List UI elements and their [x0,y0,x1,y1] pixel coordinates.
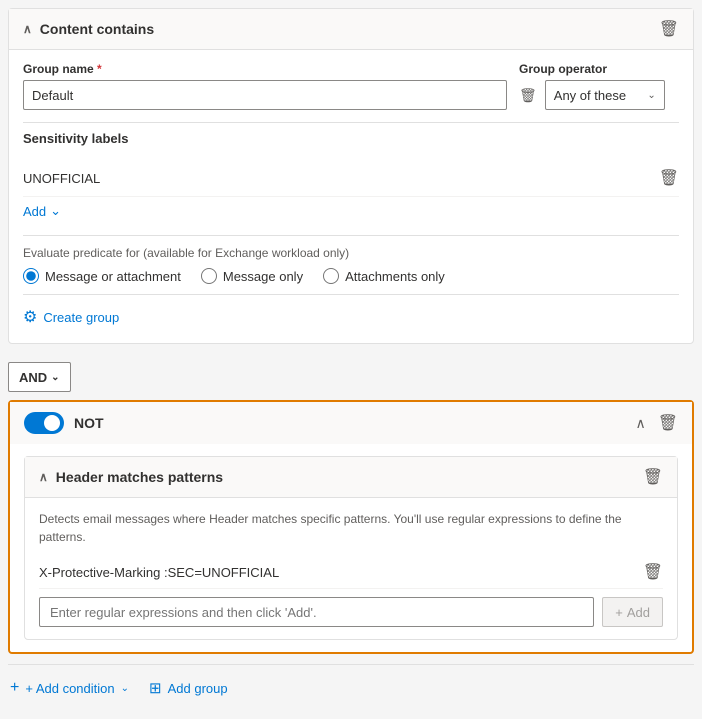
header-matches-patterns-header: ∧ Header matches patterns 🗑 [25,457,677,498]
add-sensitivity-label-button[interactable]: Add ⌄ [23,197,61,225]
pattern-row: X-Protective-Marking :SEC=UNOFFICIAL 🗑 [39,556,663,589]
add-group-button[interactable]: ⊞ Add group [149,675,228,701]
regex-add-plus-icon: + [615,605,623,620]
radio-message-only[interactable]: Message only [201,268,303,284]
unofficial-label: UNOFFICIAL [23,171,100,186]
not-header-right: ∧ 🗑 [635,413,678,433]
add-label-text: Add [23,204,46,219]
divider-1 [23,122,679,123]
add-condition-button[interactable]: + + Add condition ⌄ [10,675,129,701]
group-operator-label: Group operator [519,62,679,76]
add-condition-label: + Add condition [25,681,114,696]
group-operator-chevron-icon: ⌄ [647,90,655,101]
regex-add-button[interactable]: + Add [602,597,663,627]
radio-message-attachment[interactable]: Message or attachment [23,268,181,284]
divider-2 [23,294,679,295]
group-operator-group: Group operator 🗑 Any of these ⌄ [519,62,679,110]
group-name-label: Group name * [23,62,507,76]
not-label: NOT [74,415,104,431]
pattern-text: X-Protective-Marking :SEC=UNOFFICIAL [39,565,279,580]
header-matches-body: Detects email messages where Header matc… [25,498,677,639]
add-condition-chevron-icon: ⌄ [121,683,129,694]
not-toggle[interactable] [24,412,64,434]
regex-input-row: + Add [39,597,663,627]
add-group-label: Add group [168,681,228,696]
radio-attachments-only-label: Attachments only [345,269,445,284]
add-condition-plus-icon: + [10,679,19,697]
pattern-delete-icon[interactable]: 🗑 [643,562,663,582]
create-group-label: Create group [43,310,119,325]
content-contains-title-group: ∧ Content contains [23,21,154,37]
content-contains-card: ∧ Content contains 🗑 Group name * Group … [8,8,694,344]
content-contains-delete-icon[interactable]: 🗑 [659,19,679,39]
group-operator-delete-icon[interactable]: 🗑 [519,87,537,104]
header-matches-title: Header matches patterns [56,469,223,485]
create-group-button[interactable]: ⚙ Create group [23,303,119,331]
evaluate-predicate-label: Evaluate predicate for (available for Ex… [23,246,679,260]
sensitivity-labels-section-label: Sensitivity labels [23,131,679,152]
required-star: * [97,62,102,76]
group-name-group: Group name * [23,62,507,110]
collapse-icon[interactable]: ∧ [23,22,32,36]
regex-input[interactable] [39,597,594,627]
radio-attachments-only-input[interactable] [323,268,339,284]
radio-group: Message or attachment Message only Attac… [23,268,679,284]
and-label: AND [19,370,47,385]
bottom-bar: + + Add condition ⌄ ⊞ Add group [8,664,694,711]
content-contains-body: Group name * Group operator 🗑 Any of the… [9,50,693,343]
header-matches-title-group: ∧ Header matches patterns [39,469,223,485]
radio-message-attachment-label: Message or attachment [45,269,181,284]
radio-message-only-label: Message only [223,269,303,284]
not-collapse-icon[interactable]: ∧ [635,415,645,432]
regex-add-label: Add [627,605,650,620]
content-contains-title: Content contains [40,21,154,37]
not-card: NOT ∧ 🗑 ∧ Header matches patterns 🗑 Dete… [8,400,694,654]
create-group-icon: ⚙ [23,307,37,327]
header-matches-collapse-icon[interactable]: ∧ [39,470,48,484]
not-header-left: NOT [24,412,104,434]
content-contains-header: ∧ Content contains 🗑 [9,9,693,50]
add-group-icon: ⊞ [149,679,162,697]
radio-attachments-only[interactable]: Attachments only [323,268,445,284]
not-toggle-slider [24,412,64,434]
and-wrapper: AND ⌄ [8,354,694,400]
group-name-row: Group name * Group operator 🗑 Any of the… [23,62,679,110]
group-operator-select[interactable]: Any of these ⌄ [545,80,665,110]
group-name-input[interactable] [23,80,507,110]
header-matches-patterns-card: ∧ Header matches patterns 🗑 Detects emai… [24,456,678,640]
not-delete-icon[interactable]: 🗑 [658,413,678,433]
header-matches-description: Detects email messages where Header matc… [39,510,663,546]
radio-message-only-input[interactable] [201,268,217,284]
add-chevron-icon: ⌄ [50,203,61,219]
not-header: NOT ∧ 🗑 [10,402,692,444]
evaluate-predicate-section: Evaluate predicate for (available for Ex… [23,235,679,331]
unofficial-delete-icon[interactable]: 🗑 [659,168,679,188]
radio-message-attachment-input[interactable] [23,268,39,284]
unofficial-label-row: UNOFFICIAL 🗑 [23,160,679,197]
and-dropdown[interactable]: AND ⌄ [8,362,71,392]
and-chevron-icon: ⌄ [51,372,59,383]
group-operator-dropdown-row: 🗑 Any of these ⌄ [519,80,679,110]
header-matches-delete-icon[interactable]: 🗑 [643,467,663,487]
